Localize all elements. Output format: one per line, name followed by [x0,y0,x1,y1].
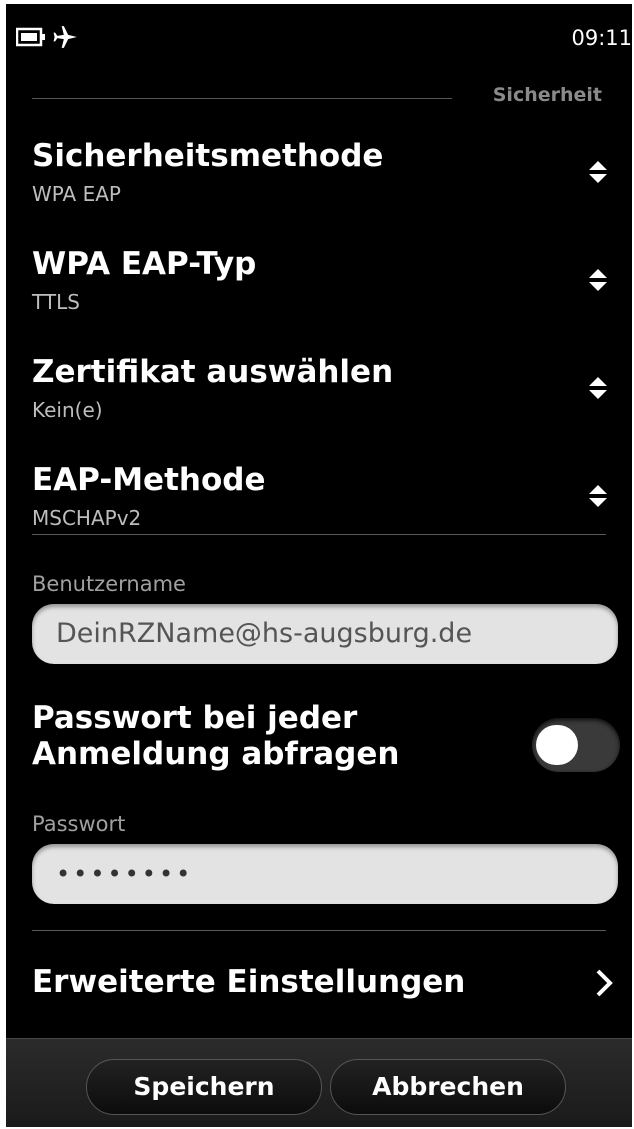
combo-value: Kein(e) [32,398,103,422]
combo-label: WPA EAP-Typ [32,246,257,282]
wifi-settings-screen: 09:11 Sicherheit Sicherheitsmethode WPA … [6,4,632,1127]
updown-arrows-icon [589,377,607,399]
updown-arrows-icon [589,269,607,291]
username-field[interactable]: DeinRZName@hs-augsburg.de [32,604,618,664]
battery-icon [16,27,45,47]
divider [32,534,606,535]
password-prompt-label: Passwort bei jeder Anmeldung abfragen [32,700,400,772]
airplane-mode-icon [53,26,77,48]
status-bar: 09:11 [6,4,632,64]
updown-arrows-icon [589,161,607,183]
password-prompt-toggle[interactable] [532,718,620,772]
certificate-combo[interactable]: Zertifikat auswählen Kein(e) [6,354,632,454]
combo-value: WPA EAP [32,182,121,206]
action-bar: Speichern Abbrechen [6,1038,632,1127]
updown-arrows-icon [589,485,607,507]
save-button[interactable]: Speichern [86,1059,322,1115]
section-title: Sicherheit [492,84,602,106]
section-divider [32,98,452,99]
password-field[interactable]: •••••••• [32,844,618,904]
combo-label: Zertifikat auswählen [32,354,394,390]
divider [32,930,606,931]
advanced-settings-row[interactable]: Erweiterte Einstellungen [6,952,632,1022]
combo-value: TTLS [32,290,80,314]
advanced-settings-label: Erweiterte Einstellungen [32,964,466,1000]
password-label: Passwort [32,812,126,836]
cancel-button[interactable]: Abbrechen [330,1059,566,1115]
security-method-combo[interactable]: Sicherheitsmethode WPA EAP [6,138,632,238]
section-header: Sicherheit [6,82,632,118]
chevron-right-icon [596,969,613,997]
wpa-eap-type-combo[interactable]: WPA EAP-Typ TTLS [6,246,632,346]
username-label: Benutzername [32,572,186,596]
password-mask: •••••••• [56,860,194,888]
combo-label: Sicherheitsmethode [32,138,384,174]
combo-value: MSCHAPv2 [32,506,142,530]
eap-method-combo[interactable]: EAP-Methode MSCHAPv2 [6,462,632,562]
toggle-knob [536,725,578,765]
status-clock: 09:11 [571,26,632,50]
combo-label: EAP-Methode [32,462,266,498]
